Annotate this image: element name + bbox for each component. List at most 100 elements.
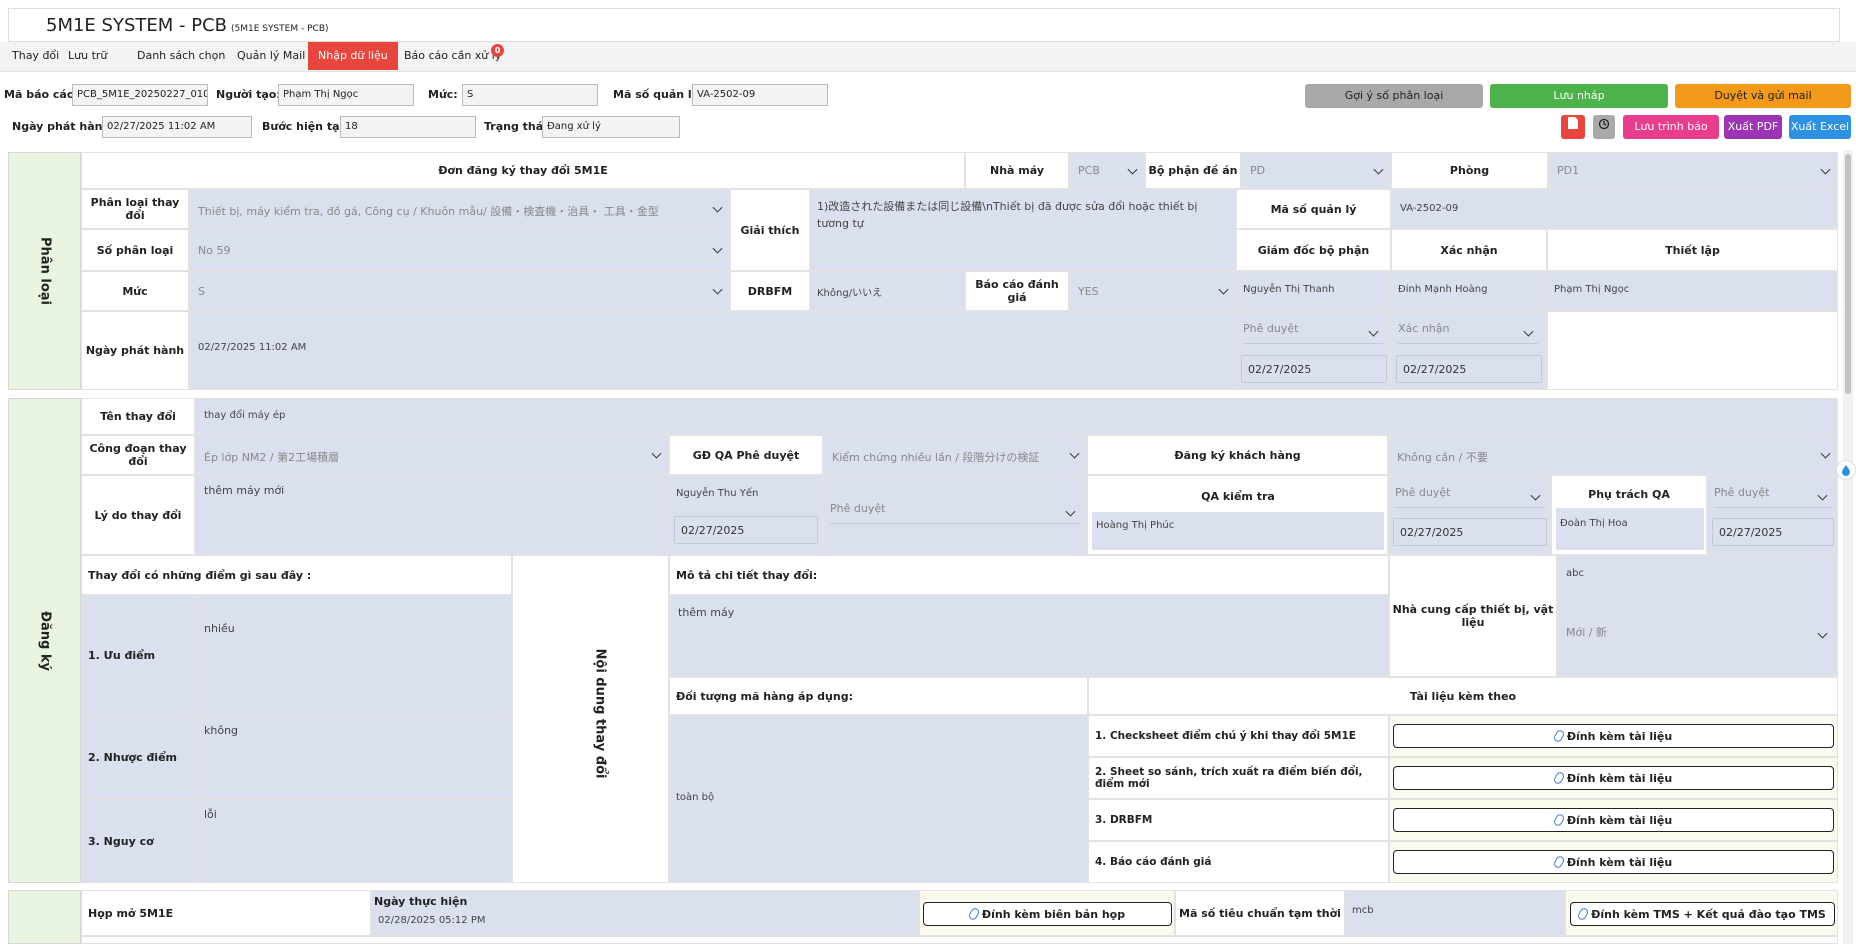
- hop-mo-label: Họp mở 5M1E: [81, 890, 371, 936]
- xuat-excel-button[interactable]: Xuất Excel: [1789, 115, 1851, 139]
- drbfm-label: DRBFM: [730, 271, 810, 311]
- ma-so-quan-ly-label: Mã số quản lý:: [613, 88, 704, 101]
- chevron-down-icon: [712, 202, 723, 213]
- ten-thay-doi-field[interactable]: thay đổi máy ép: [195, 398, 1838, 435]
- ma-so-ql-field[interactable]: VA-2502-09: [1391, 189, 1838, 229]
- history-icon[interactable]: [1593, 115, 1615, 139]
- nha-may-label: Nhà máy: [965, 152, 1069, 189]
- scrollbar-thumb[interactable]: [1845, 154, 1851, 394]
- hop-side-label: [8, 890, 81, 944]
- phu-trach-sel-value: Phê duyệt: [1714, 486, 1770, 499]
- phe-duyet-select[interactable]: Phê duyệt: [1243, 322, 1383, 344]
- doc-3-attach-button[interactable]: Đính kèm tài liệu: [1393, 808, 1834, 832]
- muc-field[interactable]: S: [462, 84, 598, 106]
- bao-cao-danh-gia-select[interactable]: YES: [1069, 271, 1236, 311]
- vertical-scrollbar[interactable]: [1843, 150, 1853, 944]
- nguy-co-field[interactable]: lỗi: [195, 799, 512, 883]
- tms-attach-button[interactable]: Đính kèm TMS + Kết quả đào tạo TMS: [1570, 902, 1835, 926]
- giai-thich-field[interactable]: 1)改造された設備または同じ設備\nThiết bị đã được sửa đ…: [810, 189, 1236, 271]
- floating-drop-icon[interactable]: [1836, 460, 1856, 480]
- nhuoc-diem-field[interactable]: không: [195, 715, 512, 799]
- so-phan-loai-label: Số phân loại: [81, 229, 189, 271]
- phu-trach-select[interactable]: Phê duyệt: [1714, 486, 1832, 508]
- nhuoc-diem-value: không: [204, 724, 239, 737]
- gd-qa-approval-select: Phê duyệt: [823, 475, 1087, 555]
- buoc-hien-tai-field[interactable]: 18: [340, 116, 476, 138]
- ncc-select[interactable]: Mới / 新: [1566, 624, 1832, 646]
- drbfm-field[interactable]: Không/いいえ: [810, 271, 965, 311]
- phan-loai-td-value: Thiết bị, máy kiểm tra, đồ gá, Công cụ /…: [198, 205, 659, 218]
- gd-bp-name: Nguyễn Thị Thanh: [1236, 271, 1391, 311]
- ten-thay-doi-label: Tên thay đổi: [81, 398, 195, 435]
- doc-2-attach-text: Đính kèm tài liệu: [1566, 771, 1673, 785]
- so-phan-loai-select[interactable]: No 59: [189, 229, 730, 271]
- luu-nhap-button[interactable]: Lưu nháp: [1490, 84, 1668, 108]
- duyet-gui-mail-button[interactable]: Duyệt và gửi mail: [1675, 84, 1851, 108]
- ma-so-tc-field[interactable]: mcb: [1345, 890, 1565, 936]
- doc-4-attach-button[interactable]: Đính kèm tài liệu: [1393, 850, 1834, 874]
- ma-bao-cao-field[interactable]: PCB_5M1E_20250227_010: [72, 84, 208, 106]
- gd-bp-approval: Phê duyệt 02/27/2025: [1236, 311, 1391, 390]
- tab-nhap-du-lieu[interactable]: Nhập dữ liệu: [308, 42, 398, 70]
- phong-select[interactable]: PD1: [1548, 152, 1838, 189]
- tms-cell: Đính kèm TMS + Kết quả đào tạo TMS: [1565, 890, 1838, 936]
- nguoi-tao-field[interactable]: Phạm Thị Ngọc: [278, 84, 414, 106]
- doc-2-label: 2. Sheet so sánh, trích xuất ra điểm biế…: [1088, 757, 1389, 799]
- doi-tuong-field[interactable]: toàn bộ: [669, 715, 1088, 883]
- xac-nhan-select[interactable]: Xác nhận: [1398, 322, 1538, 344]
- doc-3-attach-cell: Đính kèm tài liệu: [1389, 799, 1838, 841]
- ngay-ph-field[interactable]: 02/27/2025 11:02 AM: [189, 311, 1236, 390]
- phan-loai-td-select[interactable]: Thiết bị, máy kiểm tra, đồ gá, Công cụ /…: [189, 189, 730, 229]
- nguoi-tao-label: Người tạo:: [216, 88, 281, 101]
- trang-thai-field[interactable]: Đang xử lý: [542, 116, 680, 138]
- ngay-th-cell: Ngày thực hiện 02/28/2025 05:12 PM: [371, 890, 919, 936]
- ncc-value: abc: [1566, 568, 1584, 579]
- chevron-down-icon: [1368, 326, 1379, 337]
- ly-do-field[interactable]: thêm máy mới: [195, 475, 669, 555]
- doc-2-attach-button[interactable]: Đính kèm tài liệu: [1393, 766, 1834, 790]
- title-bar: 5M1E SYSTEM - PCB (5M1E SYSTEM - PCB): [8, 8, 1840, 42]
- thiet-lap-empty: [1547, 311, 1838, 390]
- doc-2-attach-cell: Đính kèm tài liệu: [1389, 757, 1838, 799]
- goi-y-so-phan-loai-button[interactable]: Gợi ý số phân loại: [1305, 84, 1483, 108]
- muc-select[interactable]: S: [189, 271, 730, 311]
- ngay-th-value[interactable]: 02/28/2025 05:12 PM: [378, 915, 485, 926]
- doc-1-attach-button[interactable]: Đính kèm tài liệu: [1393, 724, 1834, 748]
- uu-diem-field[interactable]: nhiều: [195, 595, 512, 715]
- tab-danh-sach-chon[interactable]: Danh sách chọn: [127, 42, 235, 70]
- app-title-text: 5M1E SYSTEM - PCB: [46, 15, 227, 36]
- nha-may-select[interactable]: PCB: [1069, 152, 1145, 189]
- dang-ky-kh-select[interactable]: Không cần / 不要: [1388, 435, 1838, 475]
- doi-tuong-value: toàn bộ: [676, 792, 715, 803]
- ma-so-ql-value: VA-2502-09: [1400, 203, 1459, 214]
- bo-phan-select[interactable]: PD: [1241, 152, 1391, 189]
- gd-qa-date[interactable]: 02/27/2025: [674, 516, 818, 544]
- qa-kt-select[interactable]: Phê duyệt: [1395, 486, 1545, 508]
- chevron-down-icon: [1218, 284, 1229, 295]
- chevron-down-icon: [1523, 326, 1534, 337]
- mo-ta-field[interactable]: thêm máy: [669, 595, 1389, 677]
- xac-nhan-label: Xác nhận: [1391, 229, 1547, 271]
- ma-so-quan-ly-field[interactable]: VA-2502-09: [692, 84, 828, 106]
- qa-kt-name-box: Hoàng Thị Phúc: [1092, 512, 1384, 550]
- gd-qa-select[interactable]: Kiểm chứng nhiều lần / 段階分けの検証: [823, 435, 1087, 475]
- tab-luu-tru[interactable]: Lưu trữ: [58, 42, 117, 70]
- tab-bar: Thay đổi Lưu trữ Danh sách chọn Quản lý …: [0, 42, 1856, 72]
- xuat-pdf-button[interactable]: Xuất PDF: [1724, 115, 1782, 139]
- bien-ban-attach-button[interactable]: Đính kèm biên bản họp: [923, 902, 1172, 926]
- cong-doan-select[interactable]: Ép lớp NM2 / 第2工場積層: [195, 435, 669, 475]
- gd-qa-phe-duyet-value: Phê duyệt: [830, 502, 886, 515]
- delete-icon[interactable]: [1561, 115, 1585, 139]
- phu-trach-date[interactable]: 02/27/2025: [1712, 518, 1834, 546]
- ncc-field[interactable]: abc Mới / 新: [1557, 555, 1838, 677]
- ngay-phat-hanh-field[interactable]: 02/27/2025 11:02 AM: [102, 116, 252, 138]
- giam-doc-bp-label: Giám đốc bộ phận: [1236, 229, 1391, 271]
- luu-trinh-bao-cao-button[interactable]: Lưu trình báo cáo: [1623, 115, 1719, 157]
- gd-qa-phe-duyet-select[interactable]: Phê duyệt: [830, 502, 1080, 524]
- gd-bp-date[interactable]: 02/27/2025: [1241, 355, 1387, 383]
- qa-kt-date[interactable]: 02/27/2025: [1393, 518, 1547, 546]
- tab-quan-ly-mail[interactable]: Quản lý Mail: [227, 42, 315, 70]
- xac-nhan-date[interactable]: 02/27/2025: [1396, 355, 1542, 383]
- history-glyph-icon: [1598, 118, 1610, 130]
- muc-label: Mức:: [428, 88, 458, 101]
